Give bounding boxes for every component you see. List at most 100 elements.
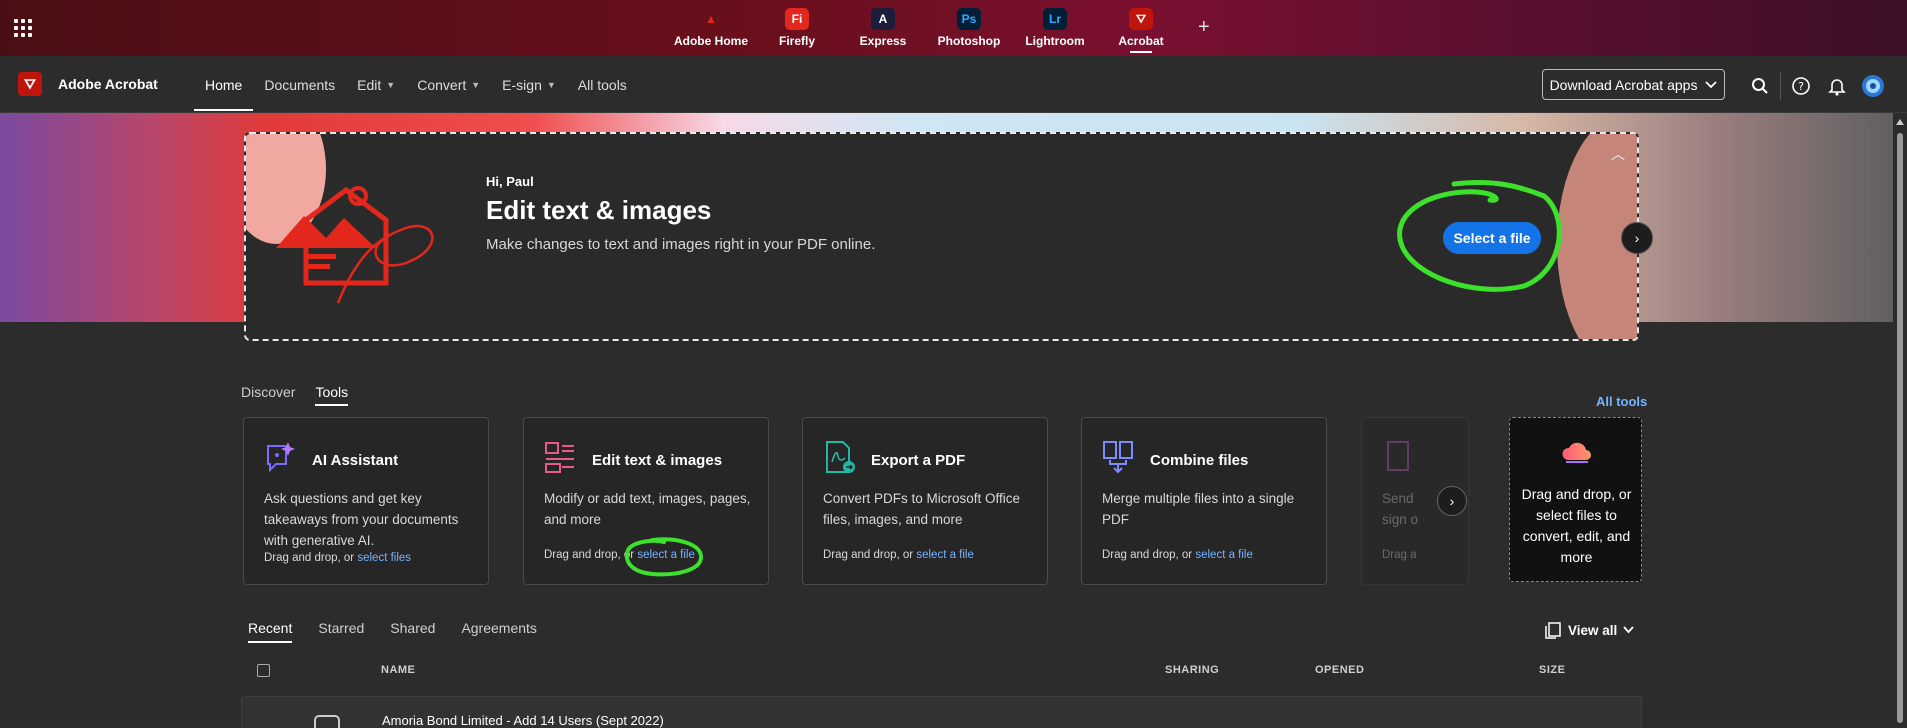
green-annotation-circle: [624, 537, 703, 577]
cards-next-arrow-icon[interactable]: ›: [1437, 486, 1467, 516]
active-app-indicator: [1130, 51, 1152, 53]
card-title: AI Assistant: [312, 452, 399, 469]
nav-esign[interactable]: E-sign ▼: [491, 56, 567, 113]
app-grid-icon[interactable]: [14, 19, 32, 37]
column-name[interactable]: NAME: [381, 664, 415, 676]
card-description: Convert PDFs to Microsoft Office files, …: [823, 491, 1021, 527]
discover-tools-tabs: Discover Tools: [241, 384, 348, 406]
tool-card-combine-files[interactable]: Combine files Merge multiple files into …: [1081, 417, 1327, 585]
acrobat-logo-icon: ⛛: [18, 72, 42, 96]
app-adobe-home[interactable]: ▲ Adobe Home: [668, 8, 754, 53]
lightroom-icon: Lr: [1043, 8, 1067, 30]
brand[interactable]: ⛛ Adobe Acrobat: [18, 72, 158, 96]
express-icon: A: [871, 8, 895, 30]
select-files-link[interactable]: select files: [357, 552, 411, 564]
collapse-chevron-up-icon[interactable]: ︿: [1611, 144, 1625, 164]
app-lightroom[interactable]: Lr Lightroom: [1012, 8, 1098, 53]
files-stack-icon: [1545, 622, 1561, 639]
column-opened[interactable]: OPENED: [1315, 664, 1364, 676]
card-description: Modify or add text, images, pages, and m…: [544, 491, 751, 527]
add-app-icon[interactable]: +: [1198, 16, 1210, 39]
chevron-down-icon: ▼: [386, 79, 396, 90]
app-name: Lightroom: [1025, 34, 1085, 48]
brand-title: Adobe Acrobat: [58, 76, 158, 92]
chevron-down-icon: [1623, 626, 1634, 634]
card-title: Export a PDF: [871, 452, 966, 469]
pdf-document-icon: [314, 715, 340, 728]
card-description: Merge multiple files into a single PDF: [1102, 491, 1295, 527]
chevron-down-icon: [1705, 80, 1718, 88]
tool-card-ai-assistant[interactable]: AI Assistant Ask questions and get key t…: [243, 417, 489, 585]
table-row[interactable]: Amoria Bond Limited - Add 14 Users (Sept…: [241, 696, 1642, 728]
search-icon[interactable]: [1742, 74, 1778, 98]
column-size[interactable]: SIZE: [1539, 664, 1565, 676]
app-name: Firefly: [778, 34, 815, 48]
card-drag-hint: Drag and drop, or select files: [264, 552, 412, 564]
app-name: Photoshop: [937, 34, 1001, 48]
app-photoshop[interactable]: Ps Photoshop: [926, 8, 1012, 53]
nav-documents[interactable]: Documents: [253, 56, 346, 113]
all-tools-link[interactable]: All tools: [1596, 394, 1647, 409]
scroll-up-arrow-icon[interactable]: [1896, 119, 1904, 125]
app-list: ▲ Adobe Home Fi Firefly A Express Ps Photoshop L…: [668, 8, 1184, 53]
tool-card-edit-text-images[interactable]: Edit text & images Modify or add text, i…: [523, 417, 769, 585]
select-all-checkbox[interactable]: [257, 664, 270, 677]
card-drag-hint: Drag and drop, or select a file: [823, 549, 974, 561]
tab-shared[interactable]: Shared: [390, 620, 435, 643]
nav-convert[interactable]: Convert ▼: [406, 56, 491, 113]
tab-tools[interactable]: Tools: [315, 384, 348, 406]
hero-next-arrow-icon[interactable]: ›: [1621, 222, 1653, 254]
app-acrobat[interactable]: ⛛ Acrobat: [1098, 8, 1184, 53]
view-all-button[interactable]: View all: [1544, 621, 1634, 639]
edit-text-images-icon: [545, 442, 574, 473]
firefly-icon: Fi: [785, 8, 809, 30]
app-name: Adobe Home: [673, 34, 748, 48]
tab-recent[interactable]: Recent: [248, 620, 293, 643]
export-pdf-icon: [826, 441, 855, 473]
edit-images-illustration-icon: [276, 186, 434, 304]
column-sharing: SHARING: [1165, 664, 1220, 676]
user-avatar-icon[interactable]: [1855, 74, 1891, 98]
app-name: Express: [859, 34, 907, 48]
hero-greeting: Hi, Paul: [486, 174, 534, 189]
notifications-bell-icon[interactable]: [1819, 74, 1855, 98]
nav-edit[interactable]: Edit ▼: [346, 56, 406, 113]
recent-files-tabs: Recent Starred Shared Agreements: [248, 620, 537, 643]
file-dropzone[interactable]: Drag and drop, or select files to conver…: [1509, 417, 1642, 582]
app-firefly[interactable]: Fi Firefly: [754, 8, 840, 53]
creative-cloud-upload-icon: [1562, 442, 1591, 463]
acrobat-icon: ⛛: [1129, 8, 1153, 30]
adobe-home-icon: ▲: [705, 12, 717, 26]
nav-home[interactable]: Home: [194, 56, 254, 113]
hero-subtitle: Make changes to text and images right in…: [486, 236, 876, 253]
app-express[interactable]: A Express: [840, 8, 926, 53]
hero-headline: Edit text & images: [486, 195, 712, 225]
card-drag-hint: Drag a: [1382, 549, 1417, 561]
combine-files-icon: [1103, 441, 1133, 474]
file-name[interactable]: Amoria Bond Limited - Add 14 Users (Sept…: [382, 713, 664, 728]
app-name: Acrobat: [1118, 34, 1164, 48]
tab-discover[interactable]: Discover: [241, 384, 295, 406]
hero-dropzone-card[interactable]: Hi, Paul Edit text & images Make changes…: [244, 132, 1639, 341]
download-apps-button[interactable]: Download Acrobat apps: [1542, 69, 1725, 100]
app-switcher-bar: ▲ Adobe Home Fi Firefly A Express Ps Photoshop L…: [0, 0, 1907, 56]
select-file-button[interactable]: Select a file: [1443, 222, 1541, 254]
photoshop-icon: Ps: [957, 8, 981, 30]
chevron-down-icon: ▼: [471, 79, 481, 90]
scrollbar-thumb[interactable]: [1897, 133, 1903, 723]
tab-starred[interactable]: Starred: [318, 620, 364, 643]
main-navbar: ⛛ Adobe Acrobat Home Documents Edit ▼ Con…: [0, 56, 1907, 113]
ai-assistant-icon: [267, 442, 295, 473]
select-file-link[interactable]: select a file: [1195, 549, 1253, 561]
tab-agreements[interactable]: Agreements: [461, 620, 536, 643]
files-table-header: NAME SHARING OPENED SIZE: [241, 660, 1642, 684]
help-icon[interactable]: ?: [1783, 74, 1819, 98]
primary-nav: Home Documents Edit ▼ Convert ▼ E-sign ▼ Al…: [194, 56, 638, 113]
card-title: Edit text & images: [592, 452, 723, 469]
request-signatures-icon: [1387, 441, 1409, 471]
select-file-link[interactable]: select a file: [916, 549, 974, 561]
tool-card-export-pdf[interactable]: Export a PDF Convert PDFs to Microsoft O…: [802, 417, 1048, 585]
card-drag-hint: Drag and drop, or select a file: [1102, 549, 1253, 561]
nav-all-tools[interactable]: All tools: [567, 56, 638, 113]
page-scrollbar[interactable]: [1893, 113, 1907, 728]
